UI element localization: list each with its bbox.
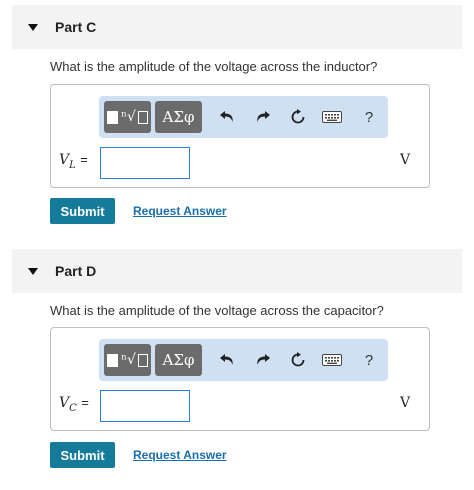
template-square-icon xyxy=(107,110,118,124)
part-d-answer-box: ⁿ√ ΑΣφ ? VC = V xyxy=(50,327,430,431)
variable-symbol: V xyxy=(59,395,70,411)
part-c-variable-label: VL = xyxy=(59,152,88,171)
part-c-submit-button[interactable]: Submit xyxy=(50,198,115,224)
symbols-button[interactable]: ΑΣφ xyxy=(155,344,202,376)
part-c-answer-input[interactable] xyxy=(100,147,190,179)
collapse-triangle-icon[interactable] xyxy=(28,23,38,31)
keyboard-icon[interactable] xyxy=(321,107,343,127)
template-box-icon xyxy=(137,353,148,367)
template-square-icon xyxy=(107,353,118,367)
variable-symbol: V xyxy=(59,152,70,168)
part-d-question: What is the amplitude of the voltage acr… xyxy=(50,303,384,318)
variable-subscript: L xyxy=(69,159,76,171)
equals-sign: = xyxy=(80,152,88,167)
reset-icon[interactable] xyxy=(288,350,308,370)
templates-button[interactable]: ⁿ√ xyxy=(104,101,151,133)
part-c-header[interactable]: Part C xyxy=(12,5,462,49)
part-c-answer-box: ⁿ√ ΑΣφ ? VL = V xyxy=(50,84,430,188)
part-d-title: Part D xyxy=(55,263,97,279)
template-box-icon xyxy=(137,110,148,124)
part-c-request-answer-link[interactable]: Request Answer xyxy=(133,204,227,218)
redo-icon[interactable] xyxy=(253,350,273,370)
help-button[interactable]: ? xyxy=(362,350,376,370)
keyboard-icon[interactable] xyxy=(321,350,343,370)
part-d-header[interactable]: Part D xyxy=(12,249,462,293)
templates-button[interactable]: ⁿ√ xyxy=(104,344,151,376)
help-button[interactable]: ? xyxy=(362,107,376,127)
undo-icon[interactable] xyxy=(217,350,237,370)
part-c-math-toolbar: ⁿ√ ΑΣφ ? xyxy=(99,96,388,138)
part-d-unit: V xyxy=(400,395,411,411)
equals-sign: = xyxy=(81,395,89,410)
variable-subscript: C xyxy=(69,402,77,414)
redo-icon[interactable] xyxy=(253,107,273,127)
symbols-button[interactable]: ΑΣφ xyxy=(155,101,202,133)
part-c-question: What is the amplitude of the voltage acr… xyxy=(50,59,378,74)
part-d-submit-button[interactable]: Submit xyxy=(50,442,115,468)
part-d-answer-input[interactable] xyxy=(100,390,190,422)
part-d-request-answer-link[interactable]: Request Answer xyxy=(133,448,227,462)
template-root-icon: ⁿ√ xyxy=(121,352,136,368)
collapse-triangle-icon[interactable] xyxy=(28,267,38,275)
part-d-math-toolbar: ⁿ√ ΑΣφ ? xyxy=(99,339,388,381)
undo-icon[interactable] xyxy=(217,107,237,127)
reset-icon[interactable] xyxy=(288,107,308,127)
template-root-icon: ⁿ√ xyxy=(121,109,136,125)
part-d-variable-label: VC = xyxy=(59,395,89,414)
part-c-unit: V xyxy=(400,152,411,168)
part-c-title: Part C xyxy=(55,19,97,35)
